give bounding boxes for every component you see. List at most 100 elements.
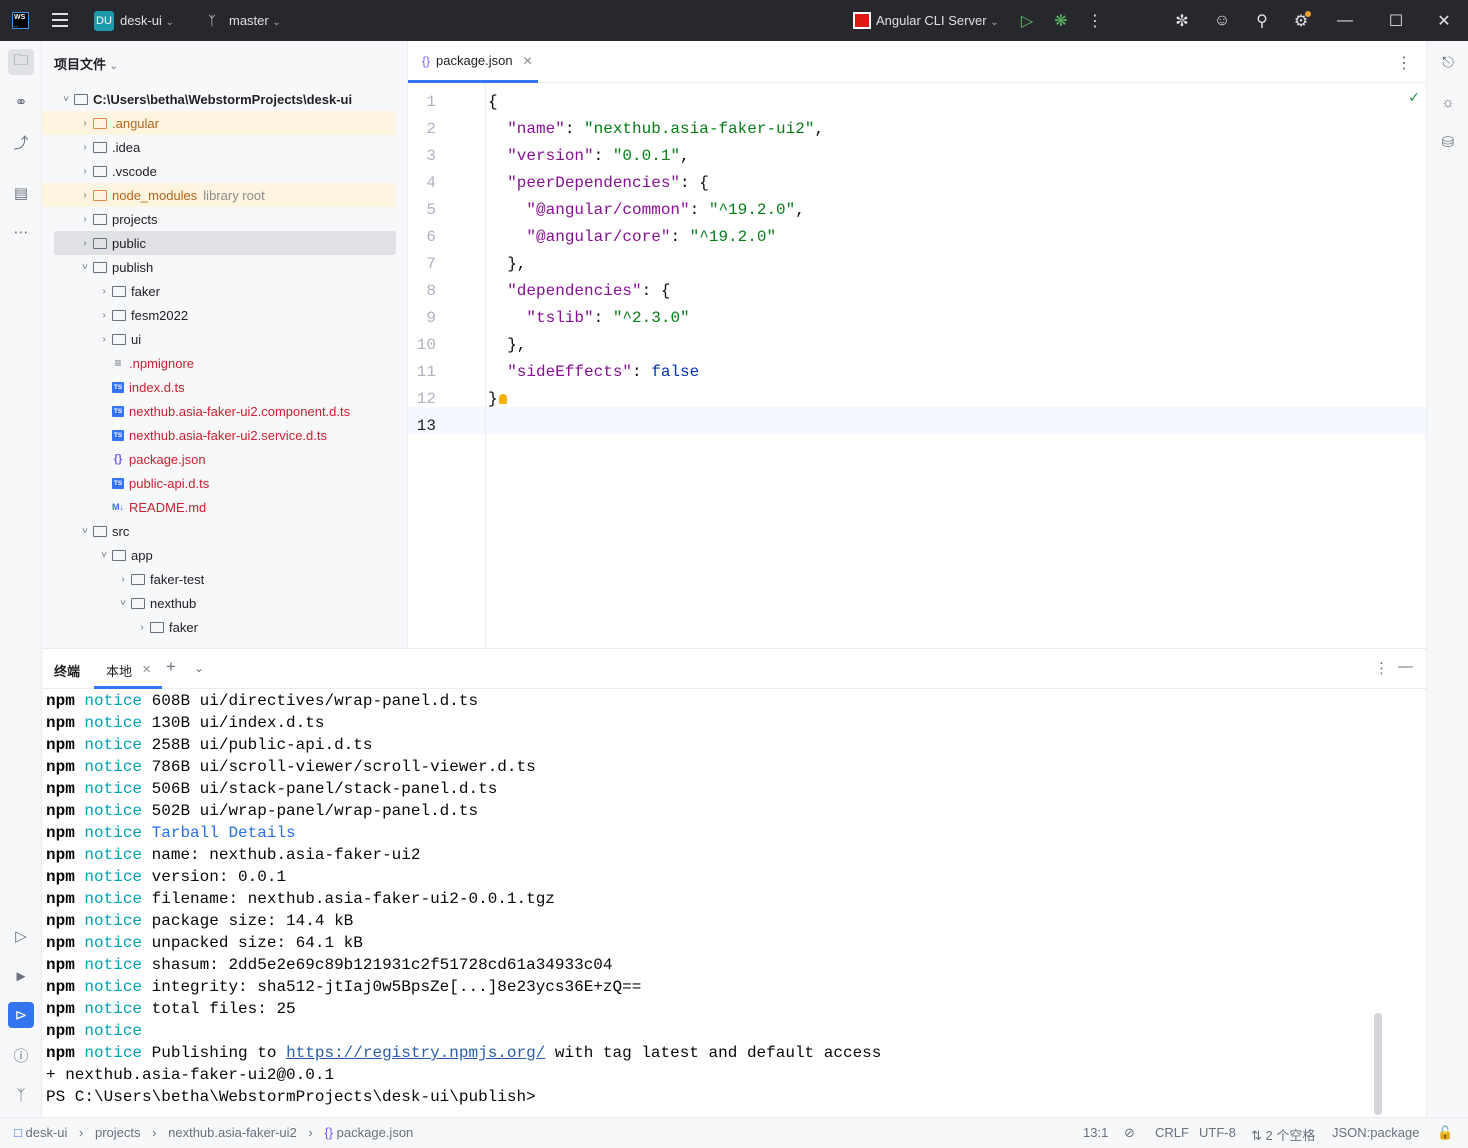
tab-package-json[interactable]: {} package.json ✕ [408, 41, 538, 83]
chevron-right-icon[interactable]: › [77, 214, 93, 225]
tree-item[interactable]: TS nexthub.asia-faker-ui2.service.d.ts [42, 423, 396, 447]
chevron-down-icon[interactable]: ⌄ [194, 661, 204, 675]
project-badge[interactable]: DU [94, 11, 114, 31]
chevron-down-icon[interactable]: ˅ [96, 550, 112, 561]
caret-position[interactable]: 13:1 [1083, 1125, 1108, 1140]
notice-tag: notice [84, 1022, 143, 1040]
tree-item[interactable]: TS index.d.ts [42, 375, 396, 399]
terminal-output[interactable]: npm notice 608B ui/directives/wrap-panel… [46, 689, 1418, 1118]
ai-assistant-icon[interactable]: ✼ [1171, 10, 1193, 32]
tree-item-label: ui [131, 331, 142, 347]
new-terminal-tab-icon[interactable]: + [166, 657, 176, 677]
chevron-right-icon[interactable]: › [134, 622, 150, 633]
tree-item[interactable]: › faker [42, 279, 396, 303]
maximize-icon[interactable]: ☐ [1385, 10, 1407, 32]
chevron-right-icon[interactable]: › [96, 310, 112, 321]
tree-item[interactable]: › .idea [42, 135, 396, 159]
tree-item[interactable]: ˅ C:\Users\betha\WebstormProjects\desk-ui [42, 87, 396, 111]
tree-item[interactable]: ≡ .npmignore [42, 351, 396, 375]
project-switcher[interactable]: desk-ui ⌄ [120, 13, 174, 28]
tree-item[interactable]: ˅ src [42, 519, 396, 543]
no-problems-check-icon[interactable]: ✓ [1408, 89, 1420, 106]
tree-item[interactable]: › projects [42, 207, 396, 231]
close-window-icon[interactable]: ✕ [1433, 10, 1455, 32]
debug-icon[interactable]: ❋ [1050, 10, 1072, 32]
terminal-scrollbar[interactable] [1374, 1013, 1382, 1115]
editor-more-icon[interactable]: ⋮ [1396, 53, 1412, 73]
chevron-right-icon[interactable]: › [96, 286, 112, 297]
more-tools-icon[interactable]: ⋯ [8, 219, 34, 245]
chevron-right-icon[interactable]: › [77, 118, 93, 129]
tree-item[interactable]: › .angular [42, 111, 396, 135]
close-terminal-tab-icon[interactable]: ✕ [142, 663, 151, 676]
pull-requests-icon[interactable]: ⤴ [8, 129, 34, 155]
terminal-tool-window: 终端 本地 ✕ + ⌄ ⋮ — npm notice 608B ui/direc… [42, 648, 1426, 1117]
commit-icon[interactable]: ⚭ [8, 89, 34, 115]
run-tool-icon[interactable]: ▷ [8, 923, 34, 949]
search-icon[interactable]: ⚲ [1251, 10, 1273, 32]
read-only-lock-icon[interactable]: 🔓 [1437, 1125, 1453, 1141]
settings-gear-icon[interactable]: ⚙ [1290, 10, 1312, 32]
breadcrumb-package[interactable]: nexthub.asia-faker-ui2 [168, 1125, 297, 1140]
minimize-icon[interactable]: — [1334, 10, 1356, 32]
tree-item[interactable]: {} package.json [42, 447, 396, 471]
chevron-right-icon[interactable]: › [115, 574, 131, 585]
close-tab-icon[interactable]: ✕ [523, 54, 533, 68]
registry-link[interactable]: https://registry.npmjs.org/ [286, 1044, 545, 1062]
tree-item[interactable]: TS nexthub.asia-faker-ui2.component.d.ts [42, 399, 396, 423]
add-user-icon[interactable]: ☺ [1211, 10, 1233, 32]
hide-panel-icon[interactable]: — [1398, 658, 1413, 675]
line-number: 2 [426, 120, 436, 138]
tree-item[interactable]: M↓ README.md [42, 495, 396, 519]
tree-item[interactable]: › public [54, 231, 396, 255]
tree-item[interactable]: › .vscode [42, 159, 396, 183]
chevron-down-icon[interactable]: ˅ [77, 526, 93, 537]
code-area[interactable]: { "name": "nexthub.asia-faker-ui2", "ver… [488, 83, 1426, 648]
run-configuration-selector[interactable]: Angular CLI Server ⌄ [876, 13, 999, 28]
line-separator[interactable]: CRLF [1155, 1125, 1189, 1140]
terminal-text: + nexthub.asia-faker-ui2@0.0.1 [46, 1066, 335, 1084]
main-menu-icon[interactable] [52, 13, 68, 27]
terminal-options-icon[interactable]: ⋮ [1374, 659, 1389, 677]
tree-item[interactable]: TS public-api.d.ts [42, 471, 396, 495]
ai-chat-icon[interactable]: ☼ [1436, 90, 1460, 114]
project-folder-icon[interactable]: 🗀 [8, 49, 34, 75]
problems-icon[interactable]: ⓘ [8, 1042, 34, 1068]
run-icon[interactable]: ▷ [1016, 10, 1038, 32]
tree-item[interactable]: › ui [42, 327, 396, 351]
chevron-down-icon[interactable]: ˅ [58, 94, 74, 105]
file-encoding[interactable]: UTF-8 [1199, 1125, 1236, 1140]
project-view-selector[interactable]: 项目文件 ⌄ [54, 54, 118, 73]
breadcrumb-file[interactable]: package.json [337, 1125, 414, 1140]
notifications-bell-icon[interactable]: ⎋ [1436, 50, 1460, 74]
terminal-icon[interactable]: ⊳ [8, 1002, 34, 1028]
chevron-down-icon[interactable]: ˅ [115, 598, 131, 609]
tree-item[interactable]: ˅ nexthub [42, 591, 396, 615]
chevron-right-icon[interactable]: › [77, 238, 93, 249]
database-icon[interactable]: ⛁ [1436, 130, 1460, 154]
tree-item[interactable]: › fesm2022 [42, 303, 396, 327]
tree-item[interactable]: › node_modules library root [42, 183, 396, 207]
intention-bulb-icon[interactable] [498, 393, 507, 404]
structure-icon[interactable]: ▤ [8, 180, 34, 206]
chevron-right-icon[interactable]: › [77, 190, 93, 201]
tree-item[interactable]: › faker-test [42, 567, 396, 591]
chevron-right-icon[interactable]: › [77, 142, 93, 153]
code-token: "tslib" [526, 309, 594, 327]
branch-switcher[interactable]: master ⌄ [229, 13, 281, 28]
more-actions-icon[interactable]: ⋮ [1084, 10, 1106, 32]
breadcrumb-project[interactable]: desk-ui [25, 1125, 67, 1140]
breadcrumb-projects[interactable]: projects [95, 1125, 141, 1140]
chevron-right-icon[interactable]: › [96, 334, 112, 345]
json-schema[interactable]: JSON:package [1332, 1125, 1419, 1140]
git-icon[interactable]: ᛉ [8, 1082, 34, 1108]
tree-item[interactable]: ˅ app [42, 543, 396, 567]
indent-settings[interactable]: ⇅ 2 个空格 [1251, 1125, 1315, 1144]
tree-item[interactable]: › faker [42, 615, 396, 639]
tree-item[interactable]: ˅ publish [42, 255, 396, 279]
services-icon[interactable]: ► [8, 963, 34, 989]
terminal-text: unpacked size: 64.1 kB [142, 934, 363, 952]
ai-off-icon[interactable]: ⊘ [1124, 1125, 1135, 1141]
chevron-right-icon[interactable]: › [77, 166, 93, 177]
chevron-down-icon[interactable]: ˅ [77, 262, 93, 273]
